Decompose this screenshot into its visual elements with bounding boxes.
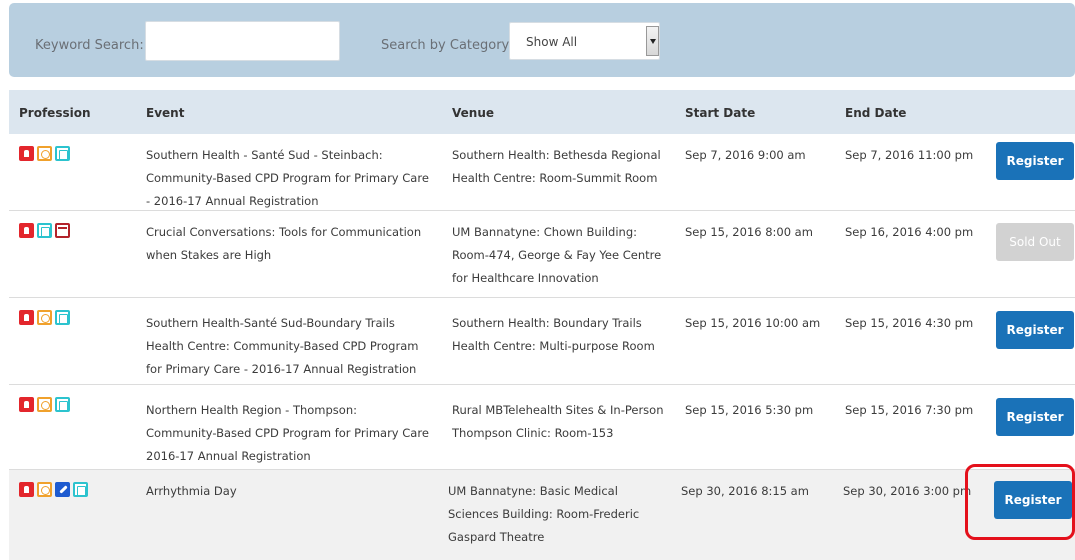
venue-line: Health Centre: Multi-purpose Room xyxy=(452,339,655,353)
profession-icons xyxy=(19,223,70,239)
column-header-venue[interactable]: Venue xyxy=(452,106,494,120)
red-doctor-icon xyxy=(19,146,34,161)
event-line: Community-Based CPD Program for Primary … xyxy=(146,171,429,185)
venue-line: Southern Health: Bethesda Regional xyxy=(452,148,661,162)
column-header-end-date[interactable]: End Date xyxy=(845,106,906,120)
red-doctor-icon xyxy=(19,310,34,325)
orange-person-icon xyxy=(37,146,52,161)
column-header-profession[interactable]: Profession xyxy=(19,106,91,120)
venue: Southern Health: Boundary Trails Health … xyxy=(452,312,680,358)
venue-line: UM Bannatyne: Chown Building: xyxy=(452,225,637,239)
profession-icons xyxy=(19,146,70,162)
start-date: Sep 7, 2016 9:00 am xyxy=(685,148,806,162)
venue-line: Gaspard Theatre xyxy=(448,530,545,544)
cyan-clipboard-icon xyxy=(55,146,70,161)
table-row: Arrhythmia Day UM Bannatyne: Basic Medic… xyxy=(9,470,1075,560)
start-date: Sep 15, 2016 8:00 am xyxy=(685,225,813,239)
venue-line: Rural MBTelehealth Sites & In-Person xyxy=(452,403,664,417)
venue-line: Southern Health: Boundary Trails xyxy=(452,316,642,330)
red-doctor-icon xyxy=(19,223,34,238)
end-date: Sep 15, 2016 4:30 pm xyxy=(845,316,974,330)
column-header-event[interactable]: Event xyxy=(146,106,184,120)
event-line: Northern Health Region - Thompson: xyxy=(146,403,357,417)
end-date: Sep 7, 2016 11:00 pm xyxy=(845,148,974,162)
event-line: - 2016-17 Annual Registration xyxy=(146,194,319,208)
profession-icons xyxy=(19,310,70,326)
orange-person-icon xyxy=(37,310,52,325)
venue: Southern Health: Bethesda Regional Healt… xyxy=(452,144,680,190)
event-line: Southern Health-Santé Sud-Boundary Trail… xyxy=(146,316,395,330)
category-select-value: Show All xyxy=(526,35,578,49)
sold-out-button: Sold Out xyxy=(996,223,1074,261)
event-line: Health Centre: Community-Based CPD Progr… xyxy=(146,339,419,353)
register-button[interactable]: Register xyxy=(996,398,1074,436)
event-name[interactable]: Arrhythmia Day xyxy=(146,480,446,503)
cyan-clipboard-icon xyxy=(55,310,70,325)
venue: Rural MBTelehealth Sites & In-Person Tho… xyxy=(452,399,680,445)
blue-pill-icon xyxy=(55,482,70,497)
cyan-clipboard-icon xyxy=(37,223,52,238)
start-date: Sep 15, 2016 5:30 pm xyxy=(685,403,814,417)
venue: UM Bannatyne: Basic Medical Sciences Bui… xyxy=(448,480,676,549)
event-line: for Primary Care - 2016-17 Annual Regist… xyxy=(146,362,417,376)
profession-icons xyxy=(19,482,88,498)
register-button[interactable]: Register xyxy=(996,142,1074,180)
table-row: Crucial Conversations: Tools for Communi… xyxy=(9,211,1075,298)
event-name[interactable]: Southern Health-Santé Sud-Boundary Trail… xyxy=(146,312,446,381)
end-date: Sep 16, 2016 4:00 pm xyxy=(845,225,974,239)
venue-line: for Healthcare Innovation xyxy=(452,271,599,285)
event-line: Community-Based CPD Program for Primary … xyxy=(146,426,429,440)
venue-line: Thompson Clinic: Room-153 xyxy=(452,426,614,440)
category-select[interactable]: Show All xyxy=(509,22,660,60)
register-button[interactable]: Register xyxy=(996,311,1074,349)
column-header-start-date[interactable]: Start Date xyxy=(685,106,755,120)
orange-person-icon xyxy=(37,397,52,412)
venue: UM Bannatyne: Chown Building: Room-474, … xyxy=(452,221,680,290)
venue-line: Sciences Building: Room-Frederic xyxy=(448,507,640,521)
venue-line: UM Bannatyne: Basic Medical xyxy=(448,484,618,498)
event-name[interactable]: Crucial Conversations: Tools for Communi… xyxy=(146,221,446,267)
chevron-down-icon[interactable] xyxy=(646,26,659,56)
keyword-search-input[interactable] xyxy=(145,21,340,61)
end-date: Sep 15, 2016 7:30 pm xyxy=(845,403,974,417)
event-name[interactable]: Northern Health Region - Thompson: Commu… xyxy=(146,399,446,469)
maroon-institution-icon xyxy=(55,223,70,238)
keyword-search-label: Keyword Search: xyxy=(35,38,144,53)
event-line: Crucial Conversations: Tools for Communi… xyxy=(146,225,422,239)
profession-icons xyxy=(19,397,70,413)
event-line: Arrhythmia Day xyxy=(146,484,237,498)
venue-line: Health Centre: Room-Summit Room xyxy=(452,171,658,185)
cyan-clipboard-icon xyxy=(73,482,88,497)
start-date: Sep 15, 2016 10:00 am xyxy=(685,316,821,330)
red-doctor-icon xyxy=(19,482,34,497)
orange-person-icon xyxy=(37,482,52,497)
table-header: Profession Event Venue Start Date End Da… xyxy=(9,90,1075,134)
start-date: Sep 30, 2016 8:15 am xyxy=(681,484,809,498)
search-bar: Keyword Search: Search by Category: Show… xyxy=(9,3,1075,77)
table-row: Southern Health - Santé Sud - Steinbach:… xyxy=(9,134,1075,211)
register-button[interactable]: Register xyxy=(994,481,1072,519)
category-search-label: Search by Category: xyxy=(381,38,513,53)
event-line: Southern Health - Santé Sud - Steinbach: xyxy=(146,148,383,162)
event-line: 2016-17 Annual Registration xyxy=(146,449,311,463)
cyan-clipboard-icon xyxy=(55,397,70,412)
event-name[interactable]: Southern Health - Santé Sud - Steinbach:… xyxy=(146,144,446,213)
venue-line: Room-474, George & Fay Yee Centre xyxy=(452,248,662,262)
end-date: Sep 30, 2016 3:00 pm xyxy=(843,484,972,498)
event-line: when Stakes are High xyxy=(146,248,272,262)
red-doctor-icon xyxy=(19,397,34,412)
table-row: Northern Health Region - Thompson: Commu… xyxy=(9,385,1075,470)
table-row: Southern Health-Santé Sud-Boundary Trail… xyxy=(9,298,1075,385)
